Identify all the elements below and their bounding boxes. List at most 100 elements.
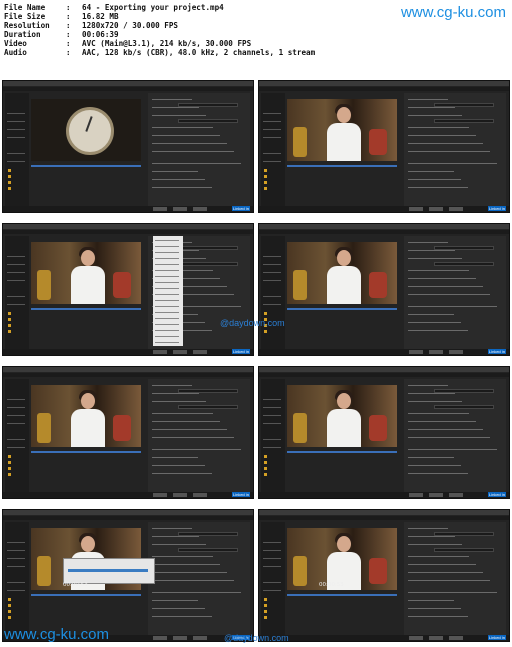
daydown-watermark: @daydown.com [220, 318, 285, 328]
app-menubar [259, 81, 509, 86]
queue-button[interactable] [409, 207, 423, 211]
video-thumbnail-frame: Linked in [2, 223, 254, 356]
timeline-bar[interactable] [287, 308, 397, 310]
export-button[interactable] [173, 636, 187, 640]
video-preview [287, 99, 397, 161]
app-tabs [259, 230, 509, 234]
video-preview [287, 242, 397, 304]
bottom-button-bar: Linked in [259, 492, 509, 498]
video-preview [287, 528, 397, 590]
queue-button[interactable] [409, 636, 423, 640]
linkedin-logo: Linked in [487, 349, 506, 354]
timeline-bar[interactable] [31, 308, 141, 310]
meta-row-file-name: File Name:64 - Exporting your project.mp… [4, 3, 224, 12]
queue-button[interactable] [409, 350, 423, 354]
bottom-button-bar: Linked in [259, 349, 509, 355]
app-menubar [3, 224, 253, 229]
project-panel [5, 522, 29, 637]
export-settings-panel [148, 379, 250, 494]
project-panel [261, 93, 285, 208]
app-menubar [3, 81, 253, 86]
queue-button[interactable] [153, 636, 167, 640]
project-panel [5, 236, 29, 351]
meta-row-resolution: Resolution:1280x720 / 30.000 FPS [4, 21, 179, 30]
video-thumbnail-frame: 00:00:53 Linked in [258, 509, 510, 642]
video-preview [287, 385, 397, 447]
app-tabs [3, 230, 253, 234]
project-panel [261, 236, 285, 351]
video-thumbnail-frame: Linked in [258, 80, 510, 213]
export-settings-panel [404, 236, 506, 351]
export-settings-panel [148, 522, 250, 637]
bottom-button-bar: Linked in [3, 349, 253, 355]
linkedin-logo: Linked in [231, 492, 250, 497]
video-preview [31, 99, 141, 161]
app-tabs [3, 87, 253, 91]
queue-button[interactable] [153, 493, 167, 497]
app-menubar [3, 510, 253, 515]
timeline-bar[interactable] [31, 165, 141, 167]
app-tabs [259, 516, 509, 520]
cancel-button[interactable] [193, 207, 207, 211]
project-panel [261, 379, 285, 494]
app-menubar [3, 367, 253, 372]
timeline-bar[interactable] [287, 165, 397, 167]
app-tabs [3, 373, 253, 377]
queue-button[interactable] [153, 350, 167, 354]
app-tabs [259, 87, 509, 91]
timeline-bar[interactable] [287, 594, 397, 596]
thumbnail-grid: Linked in Linked in Linked in Linked in Link… [2, 80, 510, 645]
export-button[interactable] [429, 636, 443, 640]
cancel-button[interactable] [449, 207, 463, 211]
bottom-button-bar: Linked in [259, 206, 509, 212]
meta-row-video: Video: AVC (Main@L3.1), 214 kb/s, 30.000 … [4, 39, 252, 48]
timeline-bar[interactable] [31, 594, 141, 596]
video-preview [31, 242, 141, 304]
linkedin-logo: Linked in [231, 206, 250, 211]
timeline-bar[interactable] [287, 451, 397, 453]
export-button[interactable] [429, 350, 443, 354]
timecode: 00:00:53 [319, 582, 344, 588]
linkedin-logo: Linked in [231, 349, 250, 354]
app-tabs [259, 373, 509, 377]
export-settings-panel [404, 379, 506, 494]
queue-button[interactable] [153, 207, 167, 211]
export-button[interactable] [173, 207, 187, 211]
project-panel [5, 379, 29, 494]
linkedin-logo: Linked in [487, 206, 506, 211]
video-preview [31, 385, 141, 447]
meta-row-duration: Duration:00:06:39 [4, 30, 119, 39]
video-thumbnail-frame: Linked in [2, 366, 254, 499]
bottom-button-bar: Linked in [3, 492, 253, 498]
video-thumbnail-frame: Linked in [258, 223, 510, 356]
file-info-header: File Name:64 - Exporting your project.mp… [0, 0, 512, 62]
progress-bar [68, 569, 148, 572]
video-thumbnail-frame: Linked in [2, 80, 254, 213]
gauge-dial [66, 107, 114, 155]
queue-button[interactable] [409, 493, 423, 497]
cancel-button[interactable] [193, 493, 207, 497]
export-settings-panel [404, 522, 506, 637]
export-button[interactable] [173, 350, 187, 354]
bottom-button-bar: Linked in [3, 206, 253, 212]
cancel-button[interactable] [193, 636, 207, 640]
export-button[interactable] [429, 207, 443, 211]
export-settings-panel [404, 93, 506, 208]
export-button[interactable] [173, 493, 187, 497]
export-settings-panel [148, 93, 250, 208]
cancel-button[interactable] [449, 636, 463, 640]
timeline-bar[interactable] [31, 451, 141, 453]
cancel-button[interactable] [193, 350, 207, 354]
cancel-button[interactable] [449, 350, 463, 354]
format-dropdown-menu[interactable] [153, 236, 183, 346]
app-menubar [259, 510, 509, 515]
encoding-progress-dialog [63, 558, 155, 584]
project-panel [261, 522, 285, 637]
video-thumbnail-frame: 00:00:53 Linked in [2, 509, 254, 642]
cancel-button[interactable] [449, 493, 463, 497]
meta-row-file-size: File Size:16.82 MB [4, 12, 119, 21]
export-button[interactable] [429, 493, 443, 497]
app-menubar [259, 224, 509, 229]
timecode: 00:00:53 [63, 582, 88, 588]
daydown-watermark-bottom: @daydown.com [224, 633, 289, 643]
